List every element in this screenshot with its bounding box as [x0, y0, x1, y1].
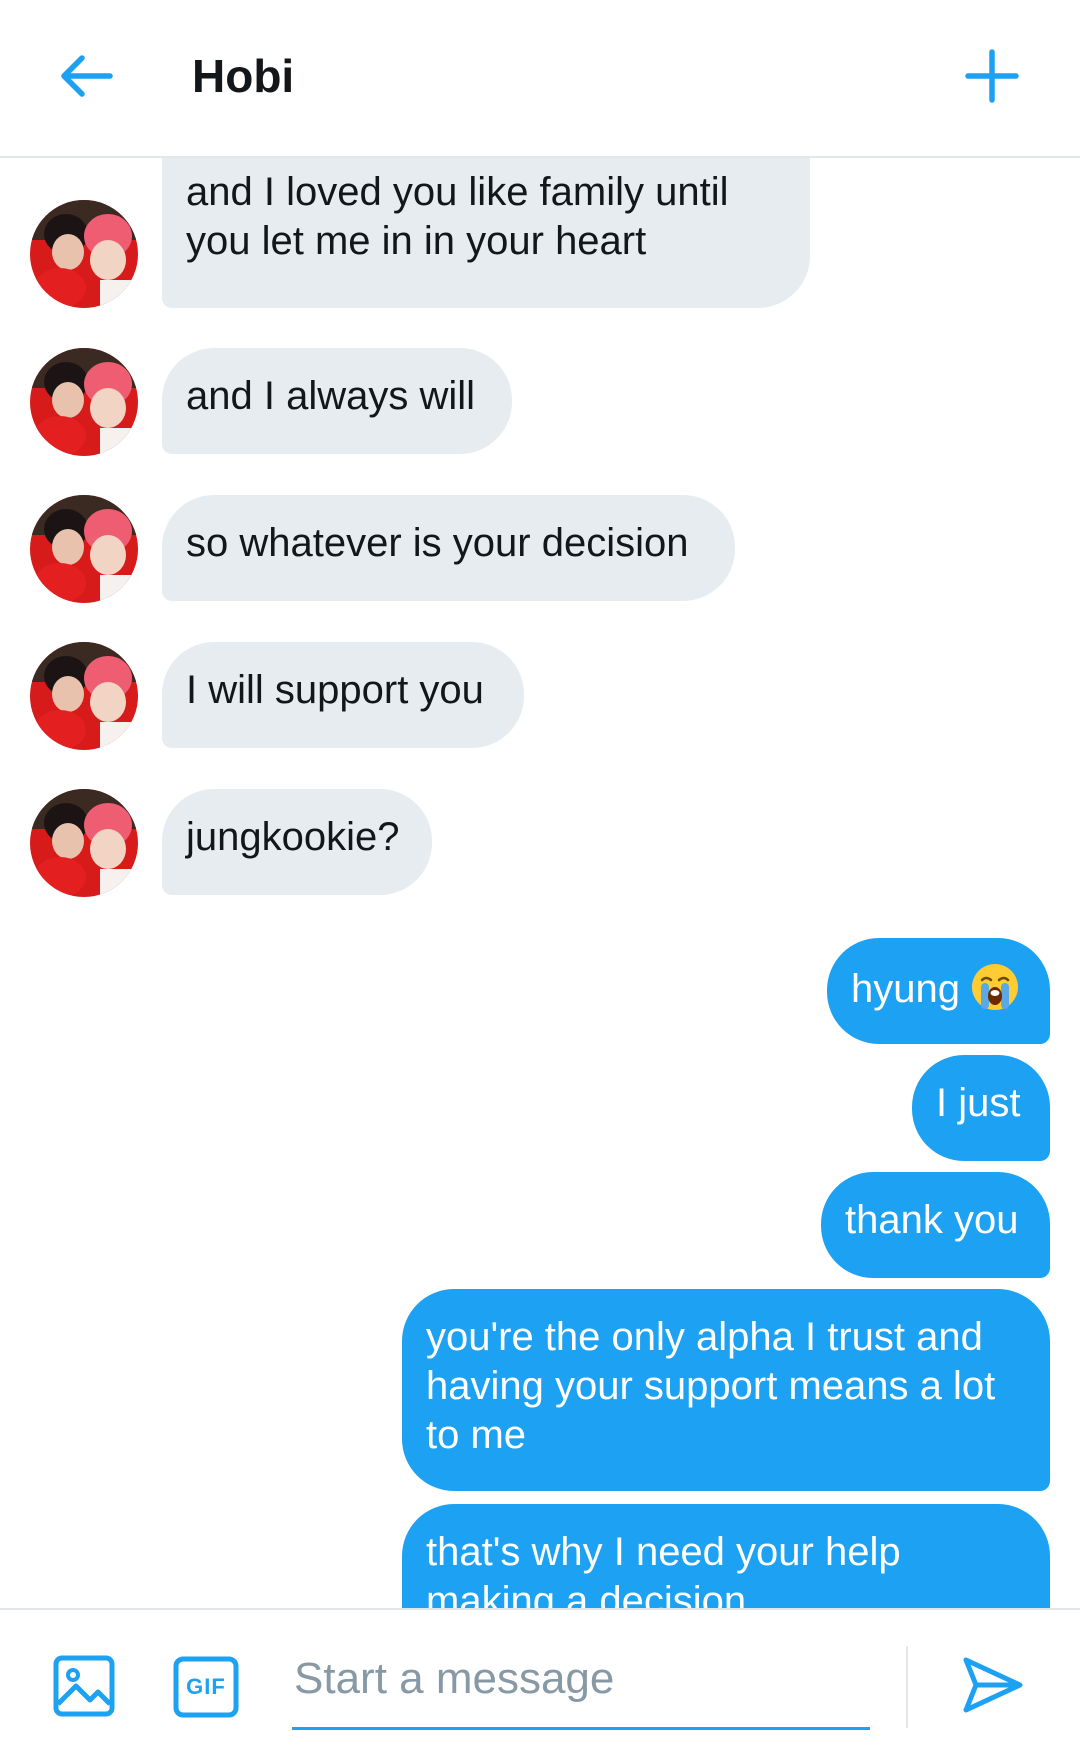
avatar[interactable]: [30, 495, 138, 603]
incoming-message[interactable]: so whatever is your decision: [162, 495, 735, 601]
add-media-button[interactable]: [52, 1654, 116, 1718]
incoming-message[interactable]: and I always will: [162, 348, 512, 454]
send-button[interactable]: [960, 1652, 1026, 1718]
outgoing-message[interactable]: that's why I need your help making a dec…: [402, 1504, 1050, 1608]
conversation-title[interactable]: Hobi: [192, 46, 294, 106]
outgoing-message[interactable]: you're the only alpha I trust and having…: [402, 1289, 1050, 1491]
message-text: and I always will: [186, 374, 476, 418]
outgoing-message[interactable]: I just: [912, 1055, 1050, 1161]
arrow-left-icon: [61, 55, 113, 97]
message-text: jungkookie?: [186, 815, 400, 859]
gif-label: GIF: [186, 1674, 226, 1699]
message-text: I will support you: [186, 668, 484, 712]
incoming-message[interactable]: I will support you: [162, 642, 524, 748]
message-text: and I loved you like family until you le…: [186, 170, 729, 263]
conversation-header: Hobi: [0, 0, 1080, 158]
message-text: I just: [936, 1081, 1021, 1125]
add-people-button[interactable]: [952, 36, 1032, 116]
loudly-crying-face-icon: [971, 964, 1018, 1010]
message-input[interactable]: [292, 1630, 870, 1730]
avatar[interactable]: [30, 789, 138, 897]
outgoing-message[interactable]: hyung: [827, 938, 1050, 1044]
message-list[interactable]: and I loved you like family until you le…: [0, 158, 1080, 1608]
message-text: hyung: [851, 967, 960, 1011]
message-composer: GIF: [0, 1608, 1080, 1747]
dm-conversation-screen: Hobi and I loved you like family until y…: [0, 0, 1080, 1747]
gif-button[interactable]: GIF: [173, 1656, 239, 1718]
message-text: that's why I need your help making a dec…: [426, 1530, 901, 1608]
incoming-message[interactable]: jungkookie?: [162, 789, 432, 895]
message-text: so whatever is your decision: [186, 521, 689, 565]
back-button[interactable]: [48, 38, 124, 114]
image-icon: [53, 1655, 115, 1717]
avatar[interactable]: [30, 642, 138, 750]
send-icon: [963, 1657, 1023, 1713]
composer-divider: [906, 1646, 908, 1728]
message-text: you're the only alpha I trust and having…: [426, 1315, 996, 1457]
message-text: thank you: [845, 1198, 1019, 1242]
avatar[interactable]: [30, 348, 138, 456]
plus-icon: [965, 49, 1019, 103]
avatar[interactable]: [30, 200, 138, 308]
incoming-message[interactable]: and I loved you like family until you le…: [162, 158, 810, 308]
outgoing-message[interactable]: thank you: [821, 1172, 1050, 1278]
